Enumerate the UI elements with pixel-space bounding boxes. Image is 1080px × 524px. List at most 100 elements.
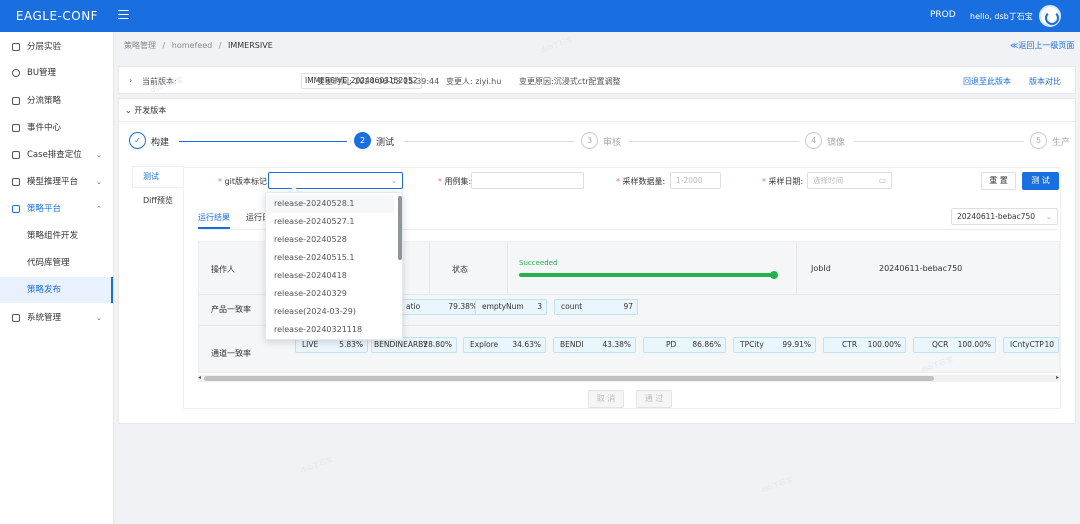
metric-chip: Explore 34.63% — [463, 337, 546, 353]
case-icon — [12, 151, 20, 159]
sidebar-item-model-inference[interactable]: 模型推理平台 ⌄ — [0, 169, 113, 195]
metric-chip: count 97 — [554, 299, 638, 315]
brand-logo[interactable]: EAGLE-CONF — [0, 0, 114, 32]
sidebar-subitem-component-dev[interactable]: 策略组件开发 — [0, 223, 113, 249]
back-link[interactable]: ≪返回上一级页面 — [1010, 40, 1074, 51]
strategy-icon — [12, 205, 20, 213]
rollback-link[interactable]: 回退至此版本 — [963, 76, 1011, 87]
dropdown-option[interactable]: release(2024-03-29) — [266, 303, 394, 321]
user-greeting[interactable]: hello, dsb丁石宝 — [970, 11, 1033, 22]
branch-icon — [12, 97, 20, 105]
step-connector — [854, 141, 1024, 142]
list-icon — [12, 314, 20, 322]
job-select[interactable]: 20240611-bebac750 ⌄ — [951, 208, 1058, 225]
row-label-product-consistency: 产品一致率 — [211, 305, 251, 314]
dropdown-scrollbar[interactable] — [398, 196, 402, 260]
horizontal-scrollbar[interactable]: ◂ ▸ — [198, 374, 1060, 382]
step-connector — [179, 141, 347, 142]
dropdown-option[interactable]: release-20240528 — [266, 231, 394, 249]
metric-chip: TPCity 99.91% — [733, 337, 816, 353]
case-set-label: * 用例集: — [438, 177, 472, 186]
breadcrumb-item[interactable]: homefeed — [172, 41, 212, 50]
status-value: Succeeded — [519, 259, 558, 267]
sidebar-subitem-code-repo[interactable]: 代码库管理 — [0, 250, 113, 276]
metric-chip: emptyNum 3 — [475, 299, 547, 315]
test-button[interactable]: 测 试 — [1022, 172, 1059, 190]
sidebar-item-bu-management[interactable]: BU管理 — [0, 60, 113, 86]
expand-chevron-icon[interactable]: › — [129, 76, 132, 85]
sample-size-input[interactable]: 1-2000 — [670, 172, 721, 189]
success-icon — [770, 271, 778, 279]
dropdown-option[interactable]: release-20240527.1 — [266, 213, 394, 231]
avatar[interactable] — [1039, 5, 1061, 27]
dropdown-option[interactable]: release-20240321118 — [266, 321, 394, 339]
scroll-right-icon[interactable]: ▸ — [1056, 374, 1059, 381]
git-version-select[interactable]: ⌄ — [268, 172, 403, 189]
git-version-label: * git版本标记: — [218, 177, 270, 186]
sample-date-picker[interactable]: 选择时间 ▭ — [807, 172, 892, 189]
breadcrumb-separator: / — [218, 41, 222, 50]
dropdown-option[interactable]: release-20240515.1 — [266, 249, 394, 267]
scroll-left-icon[interactable]: ◂ — [198, 374, 201, 381]
model-icon — [12, 178, 20, 186]
tab-diff-preview[interactable]: Diff预览 — [133, 191, 183, 211]
dropdown-option[interactable]: release-20240329 — [266, 285, 394, 303]
status-label: 状态 — [452, 265, 468, 274]
jobid-label: JobId — [811, 264, 831, 273]
reset-button[interactable]: 重 置 — [981, 172, 1016, 190]
case-set-input[interactable] — [471, 172, 584, 189]
git-version-dropdown: release-20240528.1 release-20240527.1 re… — [265, 192, 403, 340]
chevron-down-icon: ⌄ — [96, 151, 102, 159]
change-reason: 变更原因:沉浸式ctr配置调整 — [519, 77, 621, 86]
tab-run-result[interactable]: 运行结果 — [198, 212, 230, 223]
cancel-button[interactable]: 取 消 — [588, 390, 624, 408]
dev-version-title[interactable]: ⌄ 开发版本 — [125, 105, 166, 116]
pass-button[interactable]: 通 过 — [636, 390, 672, 408]
sidebar-subitem-strategy-release[interactable]: 策略发布 — [0, 277, 113, 303]
step-connector — [629, 141, 799, 142]
check-icon: ✓ — [129, 132, 146, 149]
sidebar-item-split-strategy[interactable]: 分流策略 — [0, 88, 113, 114]
change-time: 变更时间: 2024-06-03 15:39:44 — [317, 77, 440, 86]
metric-chip: ICntyCTP 10 — [1003, 337, 1059, 353]
sidebar-item-layered-experiment[interactable]: 分层实验 — [0, 34, 113, 60]
divider — [507, 242, 508, 294]
calendar-icon: ▭ — [878, 176, 886, 185]
scrollbar-thumb[interactable] — [204, 376, 934, 381]
row-label-channel-consistency: 通道一致率 — [211, 349, 251, 358]
layers-icon — [12, 43, 20, 51]
progress-bar — [519, 273, 775, 277]
sidebar: 分层实验 BU管理 分流策略 事件中心 Case排查定位 ⌄ 模型推理平台 ⌄ … — [0, 32, 114, 524]
sample-size-label: * 采样数据量: — [616, 177, 666, 186]
metric-chip: PD 86.86% — [643, 337, 726, 353]
tab-test[interactable]: 测试 — [133, 167, 183, 187]
metric-chip: CTR 100.00% — [823, 337, 906, 353]
watermark: dsb丁石宝 — [299, 455, 334, 475]
vertical-tabs: 测试 Diff预览 — [133, 167, 183, 407]
menu-toggle-icon[interactable] — [118, 10, 129, 21]
step-connector — [404, 141, 574, 142]
dev-version-card: ⌄ 开发版本 ✓ 构建 2 测试 3 审核 4 镜像 5 生产 测试 Diff预… — [118, 98, 1076, 424]
dropdown-option[interactable]: release-20240418 — [266, 267, 394, 285]
jobid-value: 20240611-bebac750 — [879, 264, 963, 273]
calendar-icon — [12, 124, 20, 132]
metric-chip: BENDI 43.38% — [553, 337, 636, 353]
row-label-operator: 操作人 — [211, 265, 235, 274]
sidebar-item-system-management[interactable]: 系统管理 ⌄ — [0, 305, 113, 331]
breadcrumb-item[interactable]: 策略管理 — [124, 41, 156, 50]
chevron-down-icon: ⌄ — [390, 176, 397, 185]
breadcrumb: 策略管理 / homefeed / IMMERSIVE — [124, 40, 277, 51]
sidebar-item-strategy-platform[interactable]: 策略平台 ⌃ — [0, 196, 113, 222]
divider — [119, 121, 1075, 122]
chevron-down-icon: ⌄ — [96, 314, 102, 322]
dropdown-option[interactable]: release-20240528.1 — [266, 195, 394, 213]
change-person: 变更人: ziyi.hu — [446, 77, 502, 86]
metric-chip: QCR 100.00% — [913, 337, 996, 353]
sample-date-label: * 采样日期: — [762, 177, 804, 186]
chevron-down-icon: ⌄ — [96, 178, 102, 186]
env-label[interactable]: PROD — [930, 10, 956, 20]
sidebar-item-case-troubleshoot[interactable]: Case排查定位 ⌄ — [0, 142, 113, 168]
sidebar-item-event-center[interactable]: 事件中心 — [0, 115, 113, 141]
compare-link[interactable]: 版本对比 — [1029, 76, 1061, 87]
current-version-bar: › 当前版本: IMMERSIVE_20240603152052 ⌄ 变更时间:… — [118, 66, 1076, 94]
